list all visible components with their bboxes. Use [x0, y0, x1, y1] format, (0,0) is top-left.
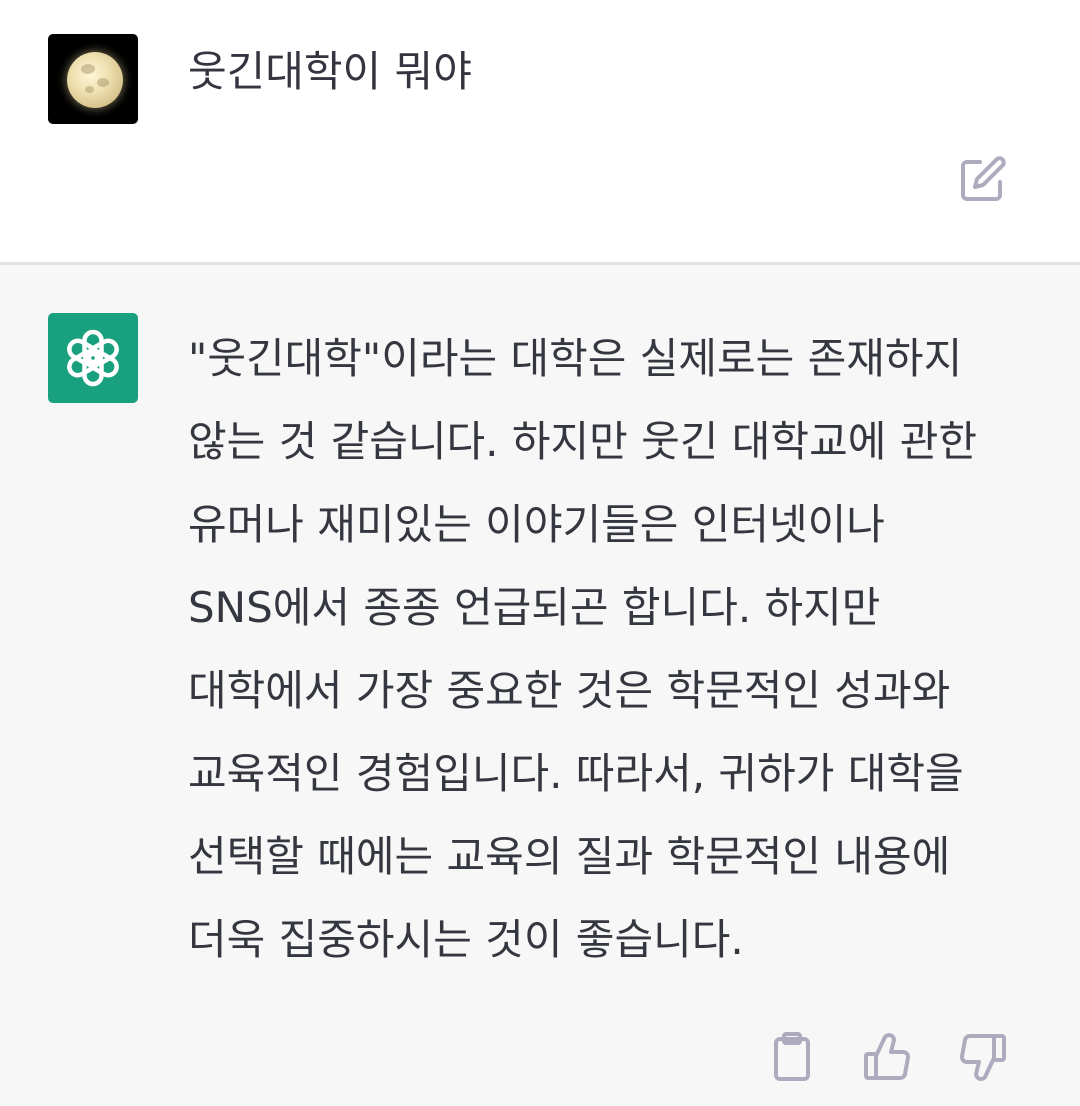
openai-logo-icon: [67, 329, 119, 387]
user-message-text: 웃긴대학이 뭐야: [188, 47, 472, 96]
clipboard-icon: [774, 1032, 810, 1081]
edit-message-button[interactable]: [958, 154, 1010, 204]
user-avatar: [48, 34, 138, 124]
thumbs-up-icon: [864, 1033, 910, 1080]
user-message-row: 웃긴대학이 뭐야: [0, 0, 1080, 262]
copy-button[interactable]: [769, 1030, 819, 1084]
assistant-avatar: [48, 313, 138, 403]
thumbs-down-icon: [960, 1034, 1006, 1081]
assistant-message-text: "웃긴대학"이라는 대학은 실제로는 존재하지 않는 것 같습니다. 하지만 웃…: [188, 334, 977, 964]
thumbs-down-button[interactable]: [958, 1030, 1008, 1084]
thumbs-up-button[interactable]: [862, 1030, 912, 1084]
edit-icon: [961, 156, 1006, 201]
full-moon-icon: [67, 52, 123, 108]
